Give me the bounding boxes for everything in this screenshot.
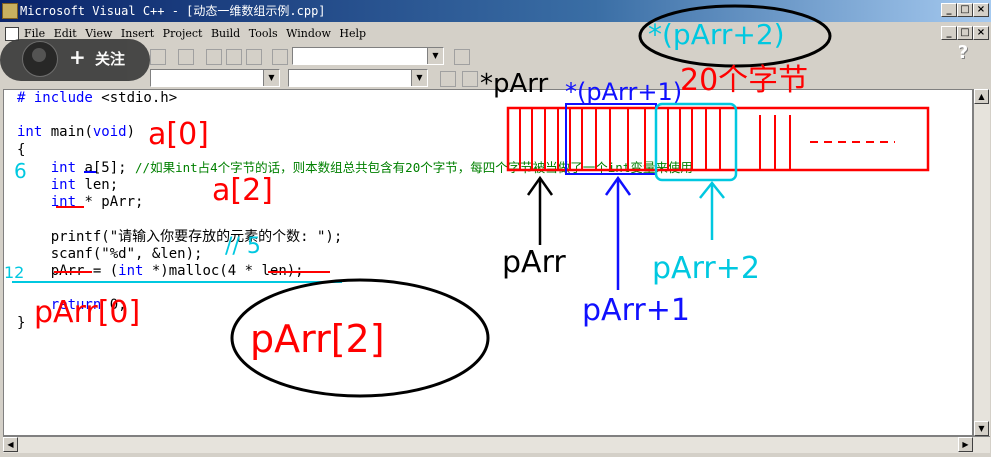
visual-cpp-app-icon[interactable] [2, 3, 18, 19]
code-line-1: # include <stdio.h> [17, 90, 693, 107]
undo-icon[interactable] [150, 49, 166, 65]
code-comment: //如果int占4个字节的话，则本数组总共包含有20个字节，每四个字节被当做了一… [135, 159, 693, 175]
scroll-up-icon[interactable]: ▲ [974, 89, 989, 104]
code-line-6: int len; [50, 177, 119, 194]
keyword-return: return [50, 297, 102, 314]
keyword-int: int [50, 194, 77, 211]
preprocessor-keyword: # include [17, 90, 93, 106]
window-title: Microsoft Visual C++ - [动态一维数组示例.cpp] [20, 4, 326, 18]
menu-help[interactable]: Help [339, 27, 366, 40]
code-line-4: { [17, 141, 26, 158]
menu-bar: File Edit View Insert Project Build Tool… [0, 24, 991, 44]
scroll-left-icon[interactable]: ◀ [3, 437, 18, 452]
mdi-restore-button[interactable]: □ [957, 26, 973, 40]
keyword-int: int [50, 177, 77, 194]
menu-tools[interactable]: Tools [249, 27, 278, 40]
code-content[interactable]: # include <stdio.h> int main(void){ int … [17, 90, 693, 332]
code-line-11: pArr = (int *)malloc(4 * len); [17, 263, 304, 280]
chevron-down-icon[interactable]: ▼ [427, 48, 443, 64]
follow-label: 关注 [95, 50, 126, 68]
help-icon[interactable]: ? [950, 42, 976, 68]
menu-window[interactable]: Window [286, 27, 331, 40]
code-line-7: int * pArr; [50, 194, 144, 211]
keyword-void: void [92, 124, 127, 141]
find-icon[interactable] [454, 49, 470, 65]
minimize-button[interactable]: _ [941, 3, 957, 17]
menu-build[interactable]: Build [211, 27, 240, 40]
code-line-3: int main(void) [17, 124, 136, 141]
find-combo[interactable]: ▼ [292, 47, 444, 65]
wizard-action-icon[interactable] [440, 71, 456, 87]
code-line-13: return 0; [50, 297, 127, 314]
scroll-down-icon[interactable]: ▼ [974, 421, 989, 436]
code-line-5: int a[5]; //如果int占4个字节的话，则本数组总共包含有20个字节，… [50, 159, 693, 176]
title-bar: Microsoft Visual C++ - [动态一维数组示例.cpp] _ … [0, 0, 991, 22]
avatar [22, 41, 58, 77]
find-in-files-icon[interactable] [272, 49, 288, 65]
code-line-14: } [17, 314, 26, 331]
maximize-button[interactable]: □ [957, 3, 973, 17]
chevron-down-icon[interactable]: ▼ [411, 70, 427, 86]
keyword-int: int [118, 263, 144, 280]
plus-icon: + [69, 45, 86, 69]
code-editor[interactable]: # include <stdio.h> int main(void){ int … [3, 89, 973, 436]
mdi-close-button[interactable]: × [973, 26, 989, 40]
close-button[interactable]: × [973, 3, 989, 17]
wizard-toolbar: ▼ ▼ [0, 68, 991, 90]
keyword-int: int [17, 124, 43, 141]
class-combo[interactable]: ▼ [150, 69, 280, 87]
chevron-down-icon[interactable]: ▼ [263, 70, 279, 86]
code-line-9: printf("请输入你要存放的元素的个数: "); [17, 228, 343, 245]
code-line-10: scanf("%d", &len); [17, 245, 203, 262]
output-window-icon[interactable] [226, 49, 242, 65]
horizontal-scrollbar[interactable]: ◀ ▶ [3, 436, 990, 453]
redo-icon[interactable] [178, 49, 194, 65]
menu-project[interactable]: Project [163, 27, 203, 40]
workspace-icon[interactable] [206, 49, 222, 65]
vertical-scrollbar[interactable]: ▲ ▼ [973, 89, 990, 436]
follow-badge[interactable]: + 关注 [0, 39, 150, 81]
include-target: <stdio.h> [92, 90, 178, 106]
build-config-icon[interactable] [462, 71, 478, 87]
scroll-right-icon[interactable]: ▶ [958, 437, 973, 452]
members-combo[interactable]: ▼ [288, 69, 428, 87]
window-list-icon[interactable] [246, 49, 262, 65]
keyword-int: int [50, 159, 77, 176]
mdi-minimize-button[interactable]: _ [941, 26, 957, 40]
